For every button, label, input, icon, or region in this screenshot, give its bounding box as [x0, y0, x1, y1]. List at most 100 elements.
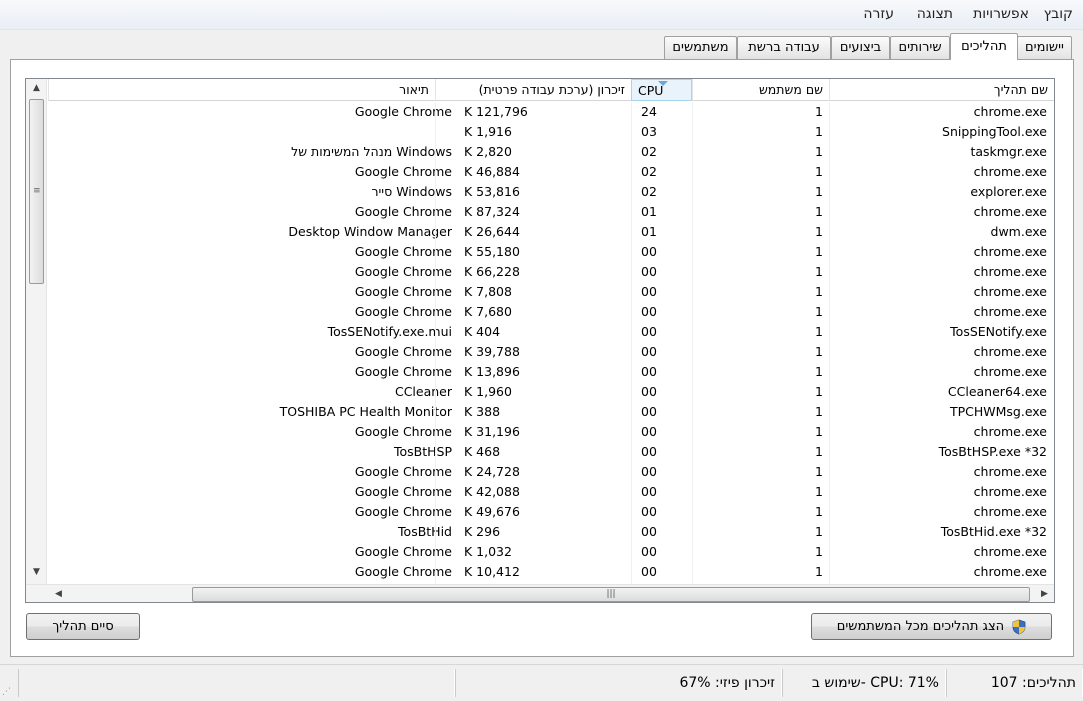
- user-name-cell: 1: [815, 504, 823, 519]
- horizontal-scroll-thumb[interactable]: |||: [192, 587, 1030, 602]
- cpu-cell: 00: [641, 244, 657, 259]
- memory-cell: K 49,676: [464, 504, 520, 519]
- horizontal-scrollbar[interactable]: ◀ ||| ▶: [26, 584, 1054, 602]
- column-header-cpu[interactable]: CPU: [631, 79, 692, 101]
- table-row[interactable]: TPCHWMsg.exe 1 00 K 388 TOSHIBA PC Health Mo…: [48, 402, 1054, 422]
- scroll-left-icon[interactable]: ◀: [50, 586, 67, 602]
- description-cell: TOSHIBA PC Health Monitor: [279, 404, 452, 419]
- process-name-cell: explorer.exe: [970, 184, 1047, 199]
- resize-grip-icon[interactable]: ⋰: [2, 687, 14, 699]
- table-row[interactable]: chrome.exe 1 01 K 87,324 Google Chrome: [48, 202, 1054, 222]
- tab-services[interactable]: שירותים: [890, 36, 950, 59]
- status-cpu-usage: שימוש ב- CPU: 71%: [782, 669, 946, 697]
- cpu-cell: 00: [641, 464, 657, 479]
- cpu-cell: 00: [641, 484, 657, 499]
- table-row[interactable]: chrome.exe 1 00 K 31,196 Google Chrome: [48, 422, 1054, 442]
- table-row[interactable]: chrome.exe 1 00 K 7,808 Google Chrome: [48, 282, 1054, 302]
- memory-cell: K 121,796: [464, 104, 528, 119]
- memory-cell: K 53,816: [464, 184, 520, 199]
- table-row[interactable]: taskmgr.exe 1 02 K 2,820 מנהל המשימות של Win…: [48, 142, 1054, 162]
- column-header-description[interactable]: תיאור: [48, 79, 435, 101]
- table-row[interactable]: TosBtHid.exe *32 1 00 K 296 TosBtHid: [48, 522, 1054, 542]
- table-row[interactable]: chrome.exe 1 00 K 1,032 Google Chrome: [48, 542, 1054, 562]
- table-row[interactable]: chrome.exe 1 00 K 39,788 Google Chrome: [48, 342, 1054, 362]
- process-name-cell: chrome.exe: [973, 464, 1047, 479]
- memory-cell: K 2,820: [464, 144, 512, 159]
- user-name-cell: 1: [815, 244, 823, 259]
- column-header-memory[interactable]: זיכרון (ערכת עבודה פרטית): [435, 79, 631, 101]
- menu-options[interactable]: אפשרויות: [973, 6, 1029, 22]
- process-name-cell: chrome.exe: [973, 164, 1047, 179]
- process-name-cell: chrome.exe: [973, 304, 1047, 319]
- cpu-cell: 00: [641, 424, 657, 439]
- memory-cell: K 10,412: [464, 564, 520, 579]
- table-row[interactable]: explorer.exe 1 02 K 53,816 סייר Windows: [48, 182, 1054, 202]
- menu-help[interactable]: עזרה: [863, 6, 894, 22]
- cpu-cell: 00: [641, 544, 657, 559]
- table-row[interactable]: chrome.exe 1 00 K 7,680 Google Chrome: [48, 302, 1054, 322]
- tab-processes[interactable]: תהליכים: [950, 33, 1018, 60]
- cpu-cell: 00: [641, 384, 657, 399]
- process-name-cell: TPCHWMsg.exe: [949, 404, 1047, 419]
- table-row[interactable]: chrome.exe 1 02 K 46,884 Google Chrome: [48, 162, 1054, 182]
- cpu-cell: 02: [641, 164, 657, 179]
- show-all-users-processes-button[interactable]: הצג תהליכים מכל המשתמשים: [811, 613, 1052, 640]
- user-name-cell: 1: [815, 204, 823, 219]
- status-bar: תהליכים: 107 שימוש ב- CPU: 71% זיכרון פי…: [0, 664, 1083, 701]
- table-row[interactable]: chrome.exe 1 00 K 55,180 Google Chrome: [48, 242, 1054, 262]
- description-cell: Google Chrome: [354, 164, 452, 179]
- table-row[interactable]: chrome.exe 1 00 K 13,896 Google Chrome: [48, 362, 1054, 382]
- description-cell: TosBtHid: [398, 524, 452, 539]
- tab-networking[interactable]: עבודה ברשת: [737, 36, 831, 59]
- table-row[interactable]: chrome.exe 1 00 K 24,728 Google Chrome: [48, 462, 1054, 482]
- menu-file[interactable]: קובץ: [1044, 6, 1073, 22]
- cpu-cell: 03: [641, 124, 657, 139]
- user-name-cell: 1: [815, 284, 823, 299]
- process-list[interactable]: שם תהליך שם משתמש CPU זיכרון (ערכת עבודה…: [25, 78, 1055, 603]
- description-cell: Google Chrome: [354, 264, 452, 279]
- end-process-button[interactable]: סיים תהליך: [26, 613, 140, 640]
- table-row[interactable]: SnippingTool.exe 1 03 K 1,916: [48, 122, 1054, 142]
- table-row[interactable]: chrome.exe 1 24 K 121,796 Google Chrome: [48, 102, 1054, 122]
- table-row[interactable]: chrome.exe 1 00 K 10,412 Google Chrome: [48, 562, 1054, 582]
- vertical-scrollbar[interactable]: ▲ ≡ ▼: [26, 79, 47, 584]
- process-name-cell: TosBtHSP.exe *32: [938, 444, 1047, 459]
- scroll-right-icon[interactable]: ▶: [1036, 586, 1053, 602]
- vertical-scroll-thumb[interactable]: ≡: [29, 99, 44, 284]
- table-row[interactable]: CCleaner64.exe 1 00 K 1,960 CCleaner: [48, 382, 1054, 402]
- column-header-name[interactable]: שם תהליך: [829, 79, 1054, 101]
- memory-cell: K 42,088: [464, 484, 520, 499]
- scroll-up-icon[interactable]: ▲: [28, 80, 45, 97]
- column-divider: [631, 102, 632, 584]
- tab-performance[interactable]: ביצועים: [831, 36, 890, 59]
- menu-view[interactable]: תצוגה: [917, 6, 953, 22]
- cpu-cell: 00: [641, 284, 657, 299]
- process-name-cell: chrome.exe: [973, 484, 1047, 499]
- process-name-cell: chrome.exe: [973, 504, 1047, 519]
- scroll-down-icon[interactable]: ▼: [28, 564, 45, 581]
- user-name-cell: 1: [815, 264, 823, 279]
- table-row[interactable]: chrome.exe 1 00 K 42,088 Google Chrome: [48, 482, 1054, 502]
- memory-cell: K 55,180: [464, 244, 520, 259]
- table-row[interactable]: chrome.exe 1 00 K 49,676 Google Chrome: [48, 502, 1054, 522]
- process-name-cell: chrome.exe: [973, 564, 1047, 579]
- tab-users[interactable]: משתמשים: [664, 36, 737, 59]
- description-cell: Google Chrome: [354, 424, 452, 439]
- tab-applications[interactable]: יישומים: [1017, 36, 1072, 59]
- table-row[interactable]: chrome.exe 1 00 K 66,228 Google Chrome: [48, 262, 1054, 282]
- table-row[interactable]: dwm.exe 1 01 K 26,644 Desktop Window Manager: [48, 222, 1054, 242]
- user-name-cell: 1: [815, 524, 823, 539]
- user-name-cell: 1: [815, 344, 823, 359]
- cpu-cell: 00: [641, 344, 657, 359]
- memory-cell: K 468: [464, 444, 501, 459]
- description-cell: Google Chrome: [354, 464, 452, 479]
- table-row[interactable]: TosSENotify.exe 1 00 K 404 TosSENotify.exe.m…: [48, 322, 1054, 342]
- cpu-cell: 00: [641, 304, 657, 319]
- table-row[interactable]: TosBtHSP.exe *32 1 00 K 468 TosBtHSP: [48, 442, 1054, 462]
- cpu-cell: 02: [641, 184, 657, 199]
- memory-cell: K 1,960: [464, 384, 512, 399]
- description-cell: Google Chrome: [354, 344, 452, 359]
- description-cell: מנהל המשימות של Windows: [291, 144, 452, 159]
- user-name-cell: 1: [815, 304, 823, 319]
- column-header-user[interactable]: שם משתמש: [692, 79, 829, 101]
